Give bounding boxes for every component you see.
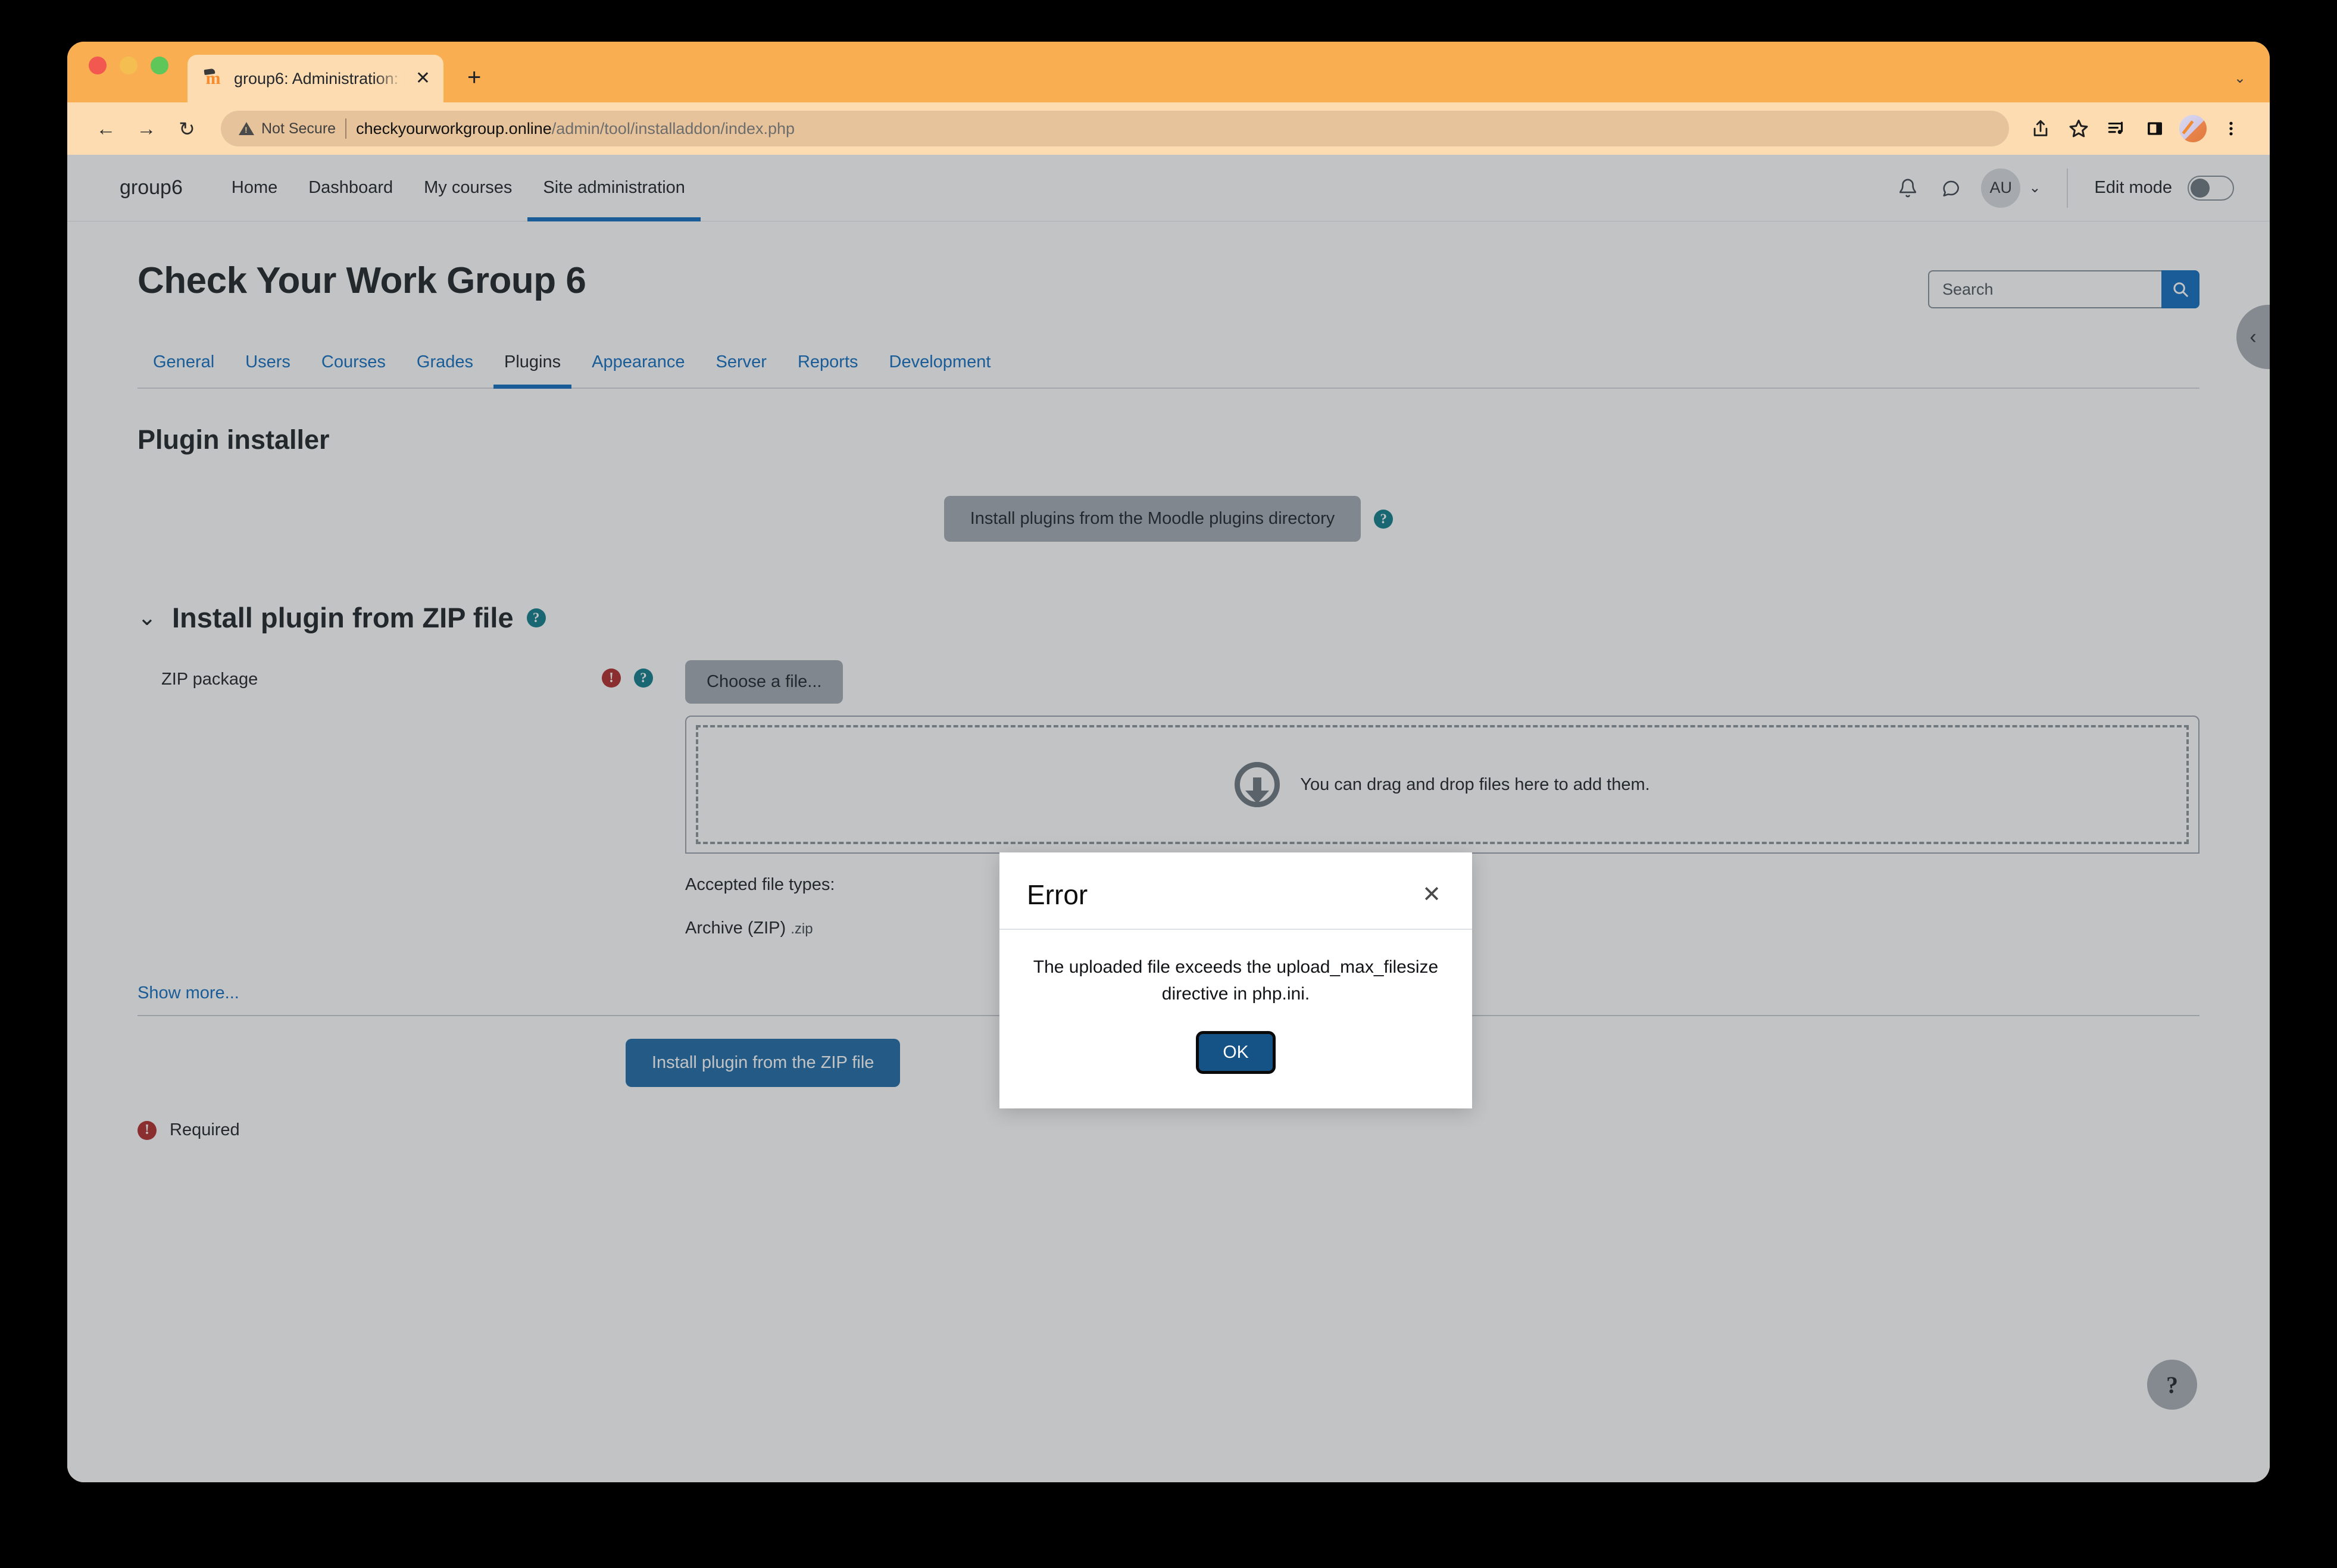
- error-dialog-message: The uploaded file exceeds the upload_max…: [1033, 957, 1439, 1004]
- three-dot-menu-icon[interactable]: [2214, 111, 2248, 146]
- omnibox-divider: [345, 118, 347, 139]
- error-dialog-footer: OK: [999, 1007, 1472, 1108]
- ok-button[interactable]: OK: [1196, 1031, 1276, 1074]
- reload-button[interactable]: ↻: [170, 111, 204, 146]
- error-dialog: Error ✕ The uploaded file exceeds the up…: [999, 852, 1472, 1108]
- url-path: /admin/tool/installaddon/index.php: [551, 119, 795, 138]
- window-traffic-lights: [89, 42, 188, 102]
- browser-tab[interactable]: m group6: Administration: Plugins ✕: [188, 55, 443, 102]
- profile-avatar-icon[interactable]: [2176, 111, 2210, 146]
- reading-list-icon[interactable]: [2099, 111, 2134, 146]
- chevron-down-icon[interactable]: ⌄: [2234, 70, 2246, 87]
- browser-tab-title: group6: Administration: Plugins: [234, 69, 405, 88]
- back-button[interactable]: ←: [89, 111, 123, 146]
- error-dialog-header: Error ✕: [999, 852, 1472, 930]
- warning-triangle-icon: [239, 122, 254, 135]
- page-viewport: group6 Home Dashboard My courses Site ad…: [67, 155, 2270, 1482]
- moodle-favicon-icon: m: [203, 68, 223, 89]
- close-icon[interactable]: ✕: [1419, 883, 1445, 906]
- address-bar[interactable]: Not Secure checkyourworkgroup.online/adm…: [221, 111, 2009, 146]
- forward-button[interactable]: →: [129, 111, 164, 146]
- browser-window: m group6: Administration: Plugins ✕ + ⌄ …: [67, 42, 2270, 1482]
- url-host: checkyourworkgroup.online: [356, 119, 552, 138]
- bookmark-star-icon[interactable]: [2061, 111, 2096, 146]
- close-window-button[interactable]: [89, 57, 107, 74]
- minimize-window-button[interactable]: [120, 57, 138, 74]
- not-secure-indicator[interactable]: Not Secure: [239, 120, 336, 138]
- new-tab-button[interactable]: +: [467, 65, 481, 89]
- address-bar-url: checkyourworkgroup.online/admin/tool/ins…: [356, 120, 795, 138]
- maximize-window-button[interactable]: [151, 57, 168, 74]
- side-panel-icon[interactable]: [2138, 111, 2172, 146]
- browser-toolbar-actions: [2023, 111, 2248, 146]
- share-icon[interactable]: [2023, 111, 2058, 146]
- browser-tab-strip: m group6: Administration: Plugins ✕ + ⌄: [67, 42, 2270, 102]
- error-dialog-title: Error: [1027, 879, 1088, 910]
- error-dialog-body: The uploaded file exceeds the upload_max…: [999, 930, 1472, 1007]
- not-secure-label: Not Secure: [261, 120, 336, 137]
- modal-backdrop[interactable]: [67, 155, 2270, 1482]
- browser-toolbar: ← → ↻ Not Secure checkyourworkgroup.onli…: [67, 102, 2270, 155]
- tab-close-icon[interactable]: ✕: [415, 70, 430, 88]
